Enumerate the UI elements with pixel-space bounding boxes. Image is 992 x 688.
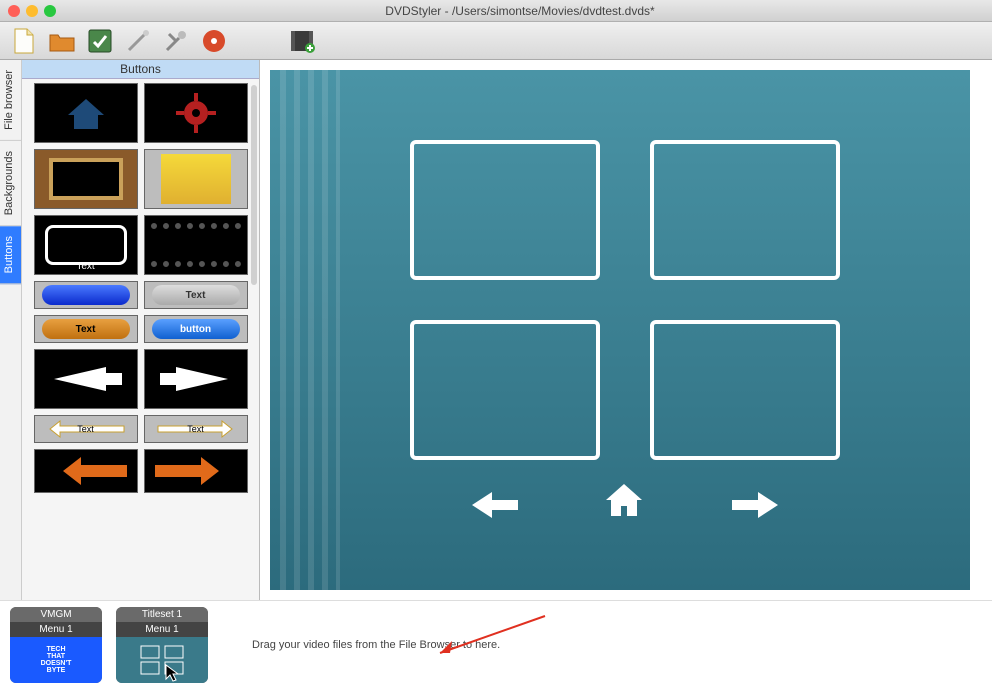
button-thumb-sticky[interactable] (144, 149, 248, 209)
wand-icon (125, 28, 151, 54)
tab-file-browser[interactable]: File browser (0, 60, 21, 141)
tools-icon (163, 28, 189, 54)
canvas-decoration (280, 70, 340, 590)
menu-slot-3[interactable] (410, 320, 600, 460)
video-add-icon (289, 28, 315, 54)
canvas-area (260, 60, 992, 600)
button-thumb-arrow-right-white[interactable] (144, 349, 248, 409)
button-thumb-textarrow-right[interactable]: Text (144, 415, 248, 443)
arrow-right-icon (156, 359, 236, 399)
timeline-item-subtitle: Menu 1 (116, 622, 208, 637)
timeline-item-title: Titleset 1 (116, 607, 208, 622)
main-toolbar (0, 22, 992, 60)
button-thumb-rounded-text[interactable]: Text (34, 215, 138, 275)
cursor-icon (165, 664, 179, 682)
arrow-left-icon (470, 490, 520, 520)
arrow-left-icon (41, 454, 131, 488)
annotation-arrow (430, 611, 550, 661)
arrow-right-icon (151, 454, 241, 488)
new-project-button[interactable] (10, 27, 38, 55)
menu-nav-home[interactable] (602, 480, 646, 523)
timeline-item-titleset1[interactable]: Titleset 1 Menu 1 (116, 607, 208, 683)
palette-scrollbar[interactable] (251, 85, 257, 285)
timeline-item-subtitle: Menu 1 (10, 622, 102, 637)
timeline-item-vmgm[interactable]: VMGM Menu 1 TECH THAT DOESN'T BYTE (10, 607, 102, 683)
palette-body[interactable]: Text Text Text button (22, 79, 259, 600)
wizard-button[interactable] (124, 27, 152, 55)
arrow-left-icon (46, 359, 126, 399)
dvd-menu-canvas[interactable] (270, 70, 970, 590)
button-thumb-textarrow-left[interactable]: Text (34, 415, 138, 443)
button-thumb-arrow-right-orange[interactable] (144, 449, 248, 493)
timeline-thumb-text: TECH THAT DOESN'T BYTE (41, 646, 72, 674)
new-icon (12, 27, 36, 55)
button-thumb-home[interactable] (34, 83, 138, 143)
window-titlebar: DVDStyler - /Users/simontse/Movies/dvdte… (0, 0, 992, 22)
button-thumb-arrow-left-orange[interactable] (34, 449, 138, 493)
open-icon (48, 29, 76, 53)
save-icon (87, 28, 113, 54)
gear-icon (174, 91, 218, 135)
minimize-window-button[interactable] (26, 5, 38, 17)
menu-nav-next[interactable] (730, 490, 780, 523)
add-video-button[interactable] (288, 27, 316, 55)
home-icon (602, 480, 646, 520)
button-thumb-pill-blue[interactable] (34, 281, 138, 309)
tab-backgrounds[interactable]: Backgrounds (0, 141, 21, 226)
button-thumb-pill-grey[interactable]: Text (144, 281, 248, 309)
menu-nav-prev[interactable] (470, 490, 520, 523)
home-icon (62, 93, 110, 133)
palette-title: Buttons (22, 60, 259, 79)
menu-slot-2[interactable] (650, 140, 840, 280)
traffic-lights (8, 5, 56, 17)
window-title: DVDStyler - /Users/simontse/Movies/dvdte… (56, 4, 984, 18)
open-project-button[interactable] (48, 27, 76, 55)
menu-slot-4[interactable] (650, 320, 840, 460)
button-thumb-arrow-left-white[interactable] (34, 349, 138, 409)
burn-button[interactable] (200, 27, 228, 55)
button-thumb-pill-orange[interactable]: Text (34, 315, 138, 343)
zoom-window-button[interactable] (44, 5, 56, 17)
side-tab-strip: File browser Backgrounds Buttons (0, 60, 22, 600)
tab-buttons[interactable]: Buttons (0, 226, 21, 284)
button-palette-panel: Buttons (22, 60, 260, 600)
close-window-button[interactable] (8, 5, 20, 17)
save-project-button[interactable] (86, 27, 114, 55)
timeline-panel[interactable]: VMGM Menu 1 TECH THAT DOESN'T BYTE Title… (0, 600, 992, 688)
menu-slot-1[interactable] (410, 140, 600, 280)
menu-thumb-icon (137, 642, 187, 678)
settings-button[interactable] (162, 27, 190, 55)
burn-icon (201, 28, 227, 54)
thumb-label: Text (76, 261, 94, 272)
button-thumb-frame[interactable] (34, 149, 138, 209)
button-thumb-pill-button[interactable]: button (144, 315, 248, 343)
button-thumb-gear[interactable] (144, 83, 248, 143)
arrow-right-icon (730, 490, 780, 520)
button-thumb-filmstrip[interactable] (144, 215, 248, 275)
timeline-item-title: VMGM (10, 607, 102, 622)
